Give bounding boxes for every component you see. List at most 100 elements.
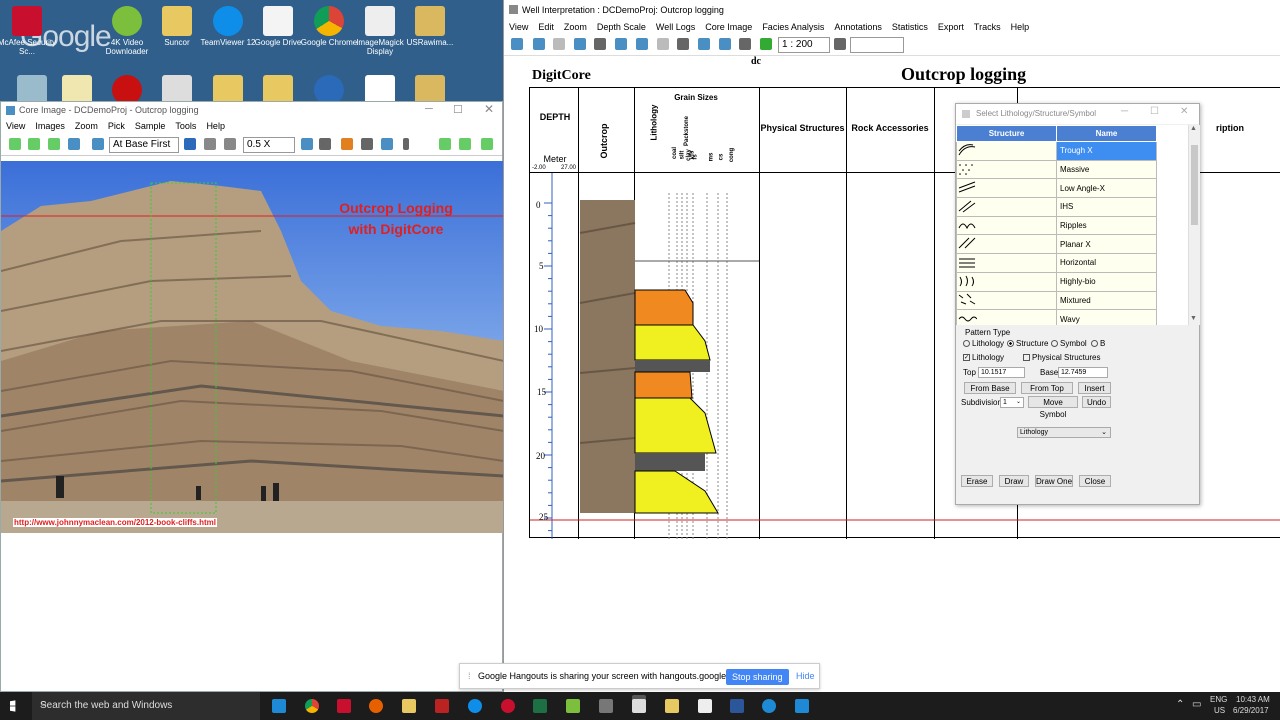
menu-edit[interactable]: Edit <box>538 20 554 34</box>
tool-icon[interactable] <box>719 38 731 50</box>
zoom-select[interactable]: 0.5 X <box>243 137 295 153</box>
checkbox-lithology[interactable]: ✓ Lithology <box>963 353 1004 362</box>
network-icon[interactable]: ▭ <box>1192 699 1201 710</box>
acrobat-icon[interactable] <box>337 699 351 713</box>
maximize-icon[interactable]: ☐ <box>1150 106 1159 117</box>
from-top-button[interactable]: From Top <box>1021 382 1073 394</box>
pan-icon[interactable] <box>224 138 236 150</box>
tool-icon[interactable] <box>834 38 846 50</box>
desktop-icon-usrawimage[interactable]: USRawima... <box>398 6 462 47</box>
lang-secondary[interactable]: US <box>1214 706 1225 715</box>
table-row[interactable]: Ripples <box>956 215 1157 236</box>
close-icon[interactable]: ✕ <box>484 102 494 116</box>
radio-lithology[interactable]: Lithology <box>963 339 1004 348</box>
tool-icon[interactable] <box>760 38 772 50</box>
menu-images[interactable]: Images <box>35 119 65 134</box>
tool-icon[interactable] <box>533 38 545 50</box>
undo-icon[interactable] <box>657 38 669 50</box>
menu-view[interactable]: View <box>6 119 25 134</box>
radio-b[interactable]: B <box>1091 339 1105 348</box>
tool-icon[interactable] <box>574 38 586 50</box>
type-select[interactable]: Lithology ⌄ <box>1017 427 1111 438</box>
tool-icon[interactable] <box>511 38 523 50</box>
tool-icon[interactable] <box>677 38 689 50</box>
tool-icon[interactable] <box>381 138 393 150</box>
pointer-icon[interactable] <box>68 138 80 150</box>
source-url[interactable]: http://www.johnnymaclean.com/2012-book-c… <box>13 518 217 527</box>
checkbox-physical-structures[interactable]: Physical Structures <box>1023 353 1100 362</box>
tool-icon[interactable] <box>403 138 409 150</box>
table-row[interactable]: Wavy <box>956 309 1157 325</box>
menu-export[interactable]: Export <box>938 20 964 34</box>
table-row[interactable]: Trough X <box>956 141 1157 161</box>
table-row[interactable]: IHS <box>956 197 1157 217</box>
position-select[interactable]: At Base First <box>109 137 179 153</box>
menu-zoom[interactable]: Zoom <box>75 119 98 134</box>
base-field[interactable]: 12.7459 <box>1058 367 1108 378</box>
tool-icon[interactable] <box>439 138 451 150</box>
menu-core-image[interactable]: Core Image <box>705 20 752 34</box>
insert-button[interactable]: Insert <box>1078 382 1111 394</box>
menu-view[interactable]: View <box>509 20 528 34</box>
folder-icon[interactable] <box>665 699 679 713</box>
teamviewer-icon[interactable] <box>468 699 482 713</box>
excel-icon[interactable] <box>533 699 547 713</box>
menu-pick[interactable]: Pick <box>108 119 125 134</box>
windows-start-icon[interactable] <box>10 700 16 712</box>
menu-zoom[interactable]: Zoom <box>564 20 587 34</box>
menu-statistics[interactable]: Statistics <box>892 20 928 34</box>
scale-select[interactable]: 1 : 200 <box>778 37 830 53</box>
mcafee-icon[interactable] <box>501 699 515 713</box>
menu-tools[interactable]: Tools <box>175 119 196 134</box>
empty-select[interactable] <box>850 37 904 53</box>
table-row[interactable]: Highly-bio <box>956 271 1157 292</box>
col-structure[interactable]: Structure <box>956 125 1057 142</box>
undo-button[interactable]: Undo <box>1082 396 1111 408</box>
menu-facies-analysis[interactable]: Facies Analysis <box>762 20 824 34</box>
zoom-in-icon[interactable] <box>184 138 196 150</box>
grip-icon[interactable]: ⁞ <box>468 664 471 688</box>
tool-icon[interactable] <box>319 138 331 150</box>
zoom-out-icon[interactable] <box>204 138 216 150</box>
menu-well-logs[interactable]: Well Logs <box>656 20 695 34</box>
maximize-icon[interactable]: ☐ <box>453 103 463 116</box>
menu-tracks[interactable]: Tracks <box>974 20 1001 34</box>
tool-icon[interactable] <box>48 138 60 150</box>
draw-one-button[interactable]: Draw One <box>1035 475 1073 487</box>
chrome-icon[interactable] <box>305 699 319 713</box>
erase-button[interactable]: Erase <box>961 475 993 487</box>
col-name[interactable]: Name <box>1056 125 1157 142</box>
save-icon[interactable] <box>92 138 104 150</box>
minimize-icon[interactable]: ─ <box>1121 106 1128 117</box>
radio-structure[interactable]: Structure <box>1007 339 1048 348</box>
table-scrollbar[interactable]: ▲ ▼ <box>1188 125 1200 325</box>
from-base-button[interactable]: From Base <box>964 382 1016 394</box>
tool-icon[interactable] <box>553 38 565 50</box>
move-symbol-button[interactable]: Move Symbol <box>1028 396 1078 419</box>
symbol-table-container[interactable]: Structure Name Trough X Massive Low Angle… <box>956 125 1188 325</box>
menu-help[interactable]: Help <box>1011 20 1030 34</box>
minimize-icon[interactable]: ─ <box>425 103 433 115</box>
stop-sharing-button[interactable]: Stop sharing <box>726 669 789 685</box>
close-icon[interactable]: ✕ <box>1180 106 1188 117</box>
search-box[interactable]: ○ Search the web and Windows <box>32 692 260 720</box>
app-icon[interactable] <box>599 699 613 713</box>
table-row[interactable]: Mixtured <box>956 290 1157 311</box>
table-row[interactable]: Horizontal <box>956 253 1157 273</box>
firefox-icon[interactable] <box>369 699 383 713</box>
hide-button[interactable]: Hide <box>796 664 815 688</box>
edge-icon[interactable] <box>272 699 286 713</box>
tool-icon[interactable] <box>9 138 21 150</box>
tool-icon[interactable] <box>341 138 353 150</box>
table-row[interactable]: Massive <box>956 159 1157 180</box>
tool-icon[interactable] <box>698 38 710 50</box>
outlook-icon[interactable] <box>730 699 744 713</box>
tool-icon[interactable] <box>636 38 648 50</box>
app-icon[interactable] <box>795 699 809 713</box>
clock-date[interactable]: 6/29/2017 <box>1233 706 1269 715</box>
app-icon[interactable] <box>698 699 712 713</box>
lang-primary[interactable]: ENG <box>1210 695 1227 704</box>
outcrop-photo[interactable]: Outcrop Logging with DigitCore http://ww… <box>1 161 504 533</box>
app-icon[interactable] <box>566 699 580 713</box>
menu-help[interactable]: Help <box>206 119 225 134</box>
